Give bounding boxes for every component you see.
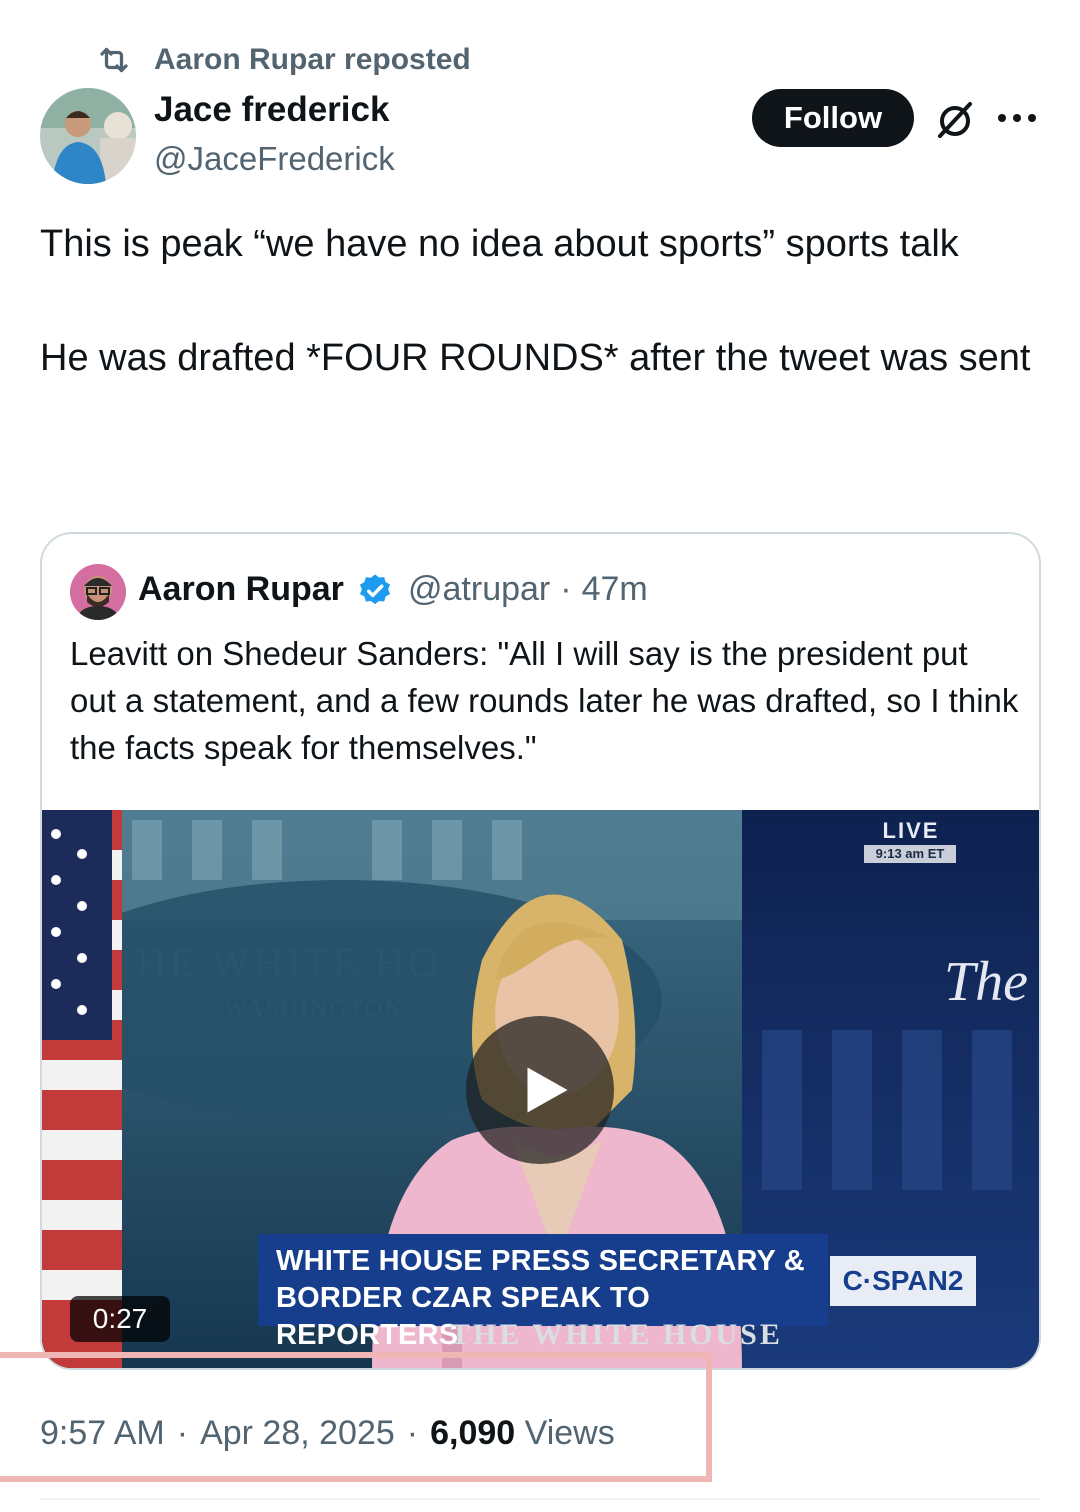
play-icon — [527, 1067, 568, 1113]
author-handle[interactable]: @JaceFrederick — [154, 140, 395, 178]
lower-third-line: WHITE HOUSE PRESS SECRETARY & — [276, 1245, 805, 1277]
meta-separator: · — [560, 570, 572, 608]
repost-icon — [100, 47, 128, 73]
podium-text: THE WHITE HOUSE — [450, 1318, 783, 1351]
author-avatar[interactable] — [40, 88, 136, 184]
meta-separator: · — [406, 1414, 419, 1452]
live-time: 9:13 am ET — [864, 845, 956, 863]
tweet-text: This is peak “we have no idea about spor… — [40, 216, 1040, 387]
backdrop-subtext: WASHINGTON — [224, 996, 404, 1022]
play-button[interactable] — [466, 1016, 614, 1164]
follow-button[interactable]: Follow — [752, 89, 914, 147]
network-logo: C·SPAN2 — [830, 1256, 976, 1306]
repost-label: Aaron Rupar reposted — [154, 43, 471, 76]
more-icon[interactable] — [998, 114, 1036, 124]
divider — [40, 1498, 1040, 1500]
quote-age[interactable]: 47m — [582, 570, 648, 609]
meta-separator: · — [176, 1414, 189, 1452]
quote-avatar[interactable] — [70, 564, 126, 620]
tweet-date[interactable]: Apr 28, 2025 — [200, 1414, 395, 1453]
tweet-paragraph: This is peak “we have no idea about spor… — [40, 223, 959, 265]
repost-indicator[interactable]: Aaron Rupar reposted — [96, 40, 471, 80]
quote-meta: @atrupar · 47m — [408, 570, 648, 609]
views-label: Views — [524, 1414, 615, 1452]
quote-handle[interactable]: @atrupar — [408, 570, 550, 609]
video-duration: 0:27 — [70, 1296, 170, 1342]
quote-text: Leavitt on Shedeur Sanders: "All I will … — [70, 635, 1019, 766]
backdrop-text: HE WHITE HO — [136, 941, 442, 987]
quote-author-name[interactable]: Aaron Rupar — [138, 570, 344, 609]
views-count: 6,090 — [430, 1414, 516, 1452]
grok-icon[interactable] — [934, 98, 976, 140]
tweet-time[interactable]: 9:57 AM — [40, 1414, 165, 1453]
video-player[interactable]: LIVE 9:13 am ET HE WHITE HO WASHINGTON T… — [42, 810, 1039, 1368]
lower-third-caption: WHITE HOUSE PRESS SECRETARY & BORDER CZA… — [258, 1234, 828, 1351]
quoted-tweet[interactable]: Aaron Rupar @atrupar · 47m Leavitt on Sh… — [40, 532, 1041, 1370]
tweet-paragraph: He was drafted *FOUR ROUNDS* after the t… — [40, 337, 1031, 379]
views-stat[interactable]: 6,090 Views — [430, 1414, 615, 1453]
verified-badge-icon — [359, 574, 391, 605]
tweet-timestamp: 9:57 AM · Apr 28, 2025 · 6,090 Views — [40, 1414, 615, 1453]
side-text: The — [944, 951, 1028, 1013]
author-name[interactable]: Jace frederick — [154, 90, 389, 130]
live-badge: LIVE — [882, 818, 940, 843]
